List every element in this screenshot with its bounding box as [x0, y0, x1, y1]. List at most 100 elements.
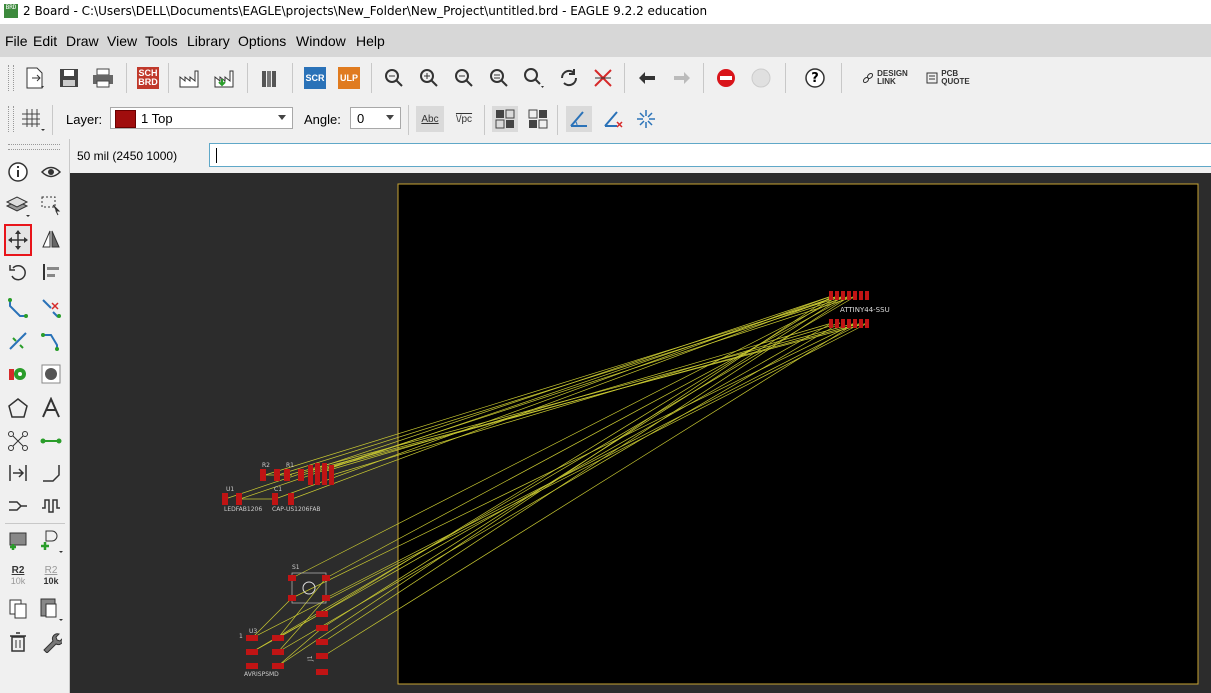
u1-label: U1 — [226, 486, 234, 493]
manufacturing-button[interactable] — [212, 65, 238, 91]
hole-tool[interactable] — [38, 361, 64, 387]
menu-file[interactable]: File — [5, 33, 28, 49]
zoom-previous-icon — [524, 68, 544, 88]
route-tool[interactable] — [5, 295, 31, 321]
pcb-quote-button[interactable]: PCB QUOTE — [922, 65, 974, 91]
menu-edit[interactable]: Edit — [33, 33, 57, 49]
sch-brd-switch-button[interactable]: SCH BRD — [135, 65, 161, 91]
menu-draw[interactable]: Draw — [66, 33, 99, 49]
print-button[interactable] — [90, 65, 116, 91]
value-tool[interactable]: R2 10k — [5, 562, 31, 588]
cam-processor-button[interactable] — [177, 65, 203, 91]
ulp-button[interactable]: ULP — [336, 65, 362, 91]
replace-part-tool[interactable] — [38, 528, 64, 554]
resistor-r2[interactable]: R2 — [260, 462, 280, 481]
mirror-tool[interactable] — [38, 226, 64, 252]
menu-window[interactable]: Window — [296, 33, 346, 49]
snap-off-button[interactable] — [600, 106, 626, 132]
text-tool[interactable] — [38, 395, 64, 421]
layers-tool[interactable] — [5, 192, 31, 218]
zoom-out-button[interactable] — [451, 65, 477, 91]
menu-view[interactable]: View — [107, 33, 137, 49]
rotate-tool[interactable] — [5, 259, 31, 285]
add-part-tool[interactable] — [5, 528, 31, 554]
avrisp-header[interactable]: U3 1 AVRISPSMD — [239, 628, 284, 678]
zoom-select-button[interactable] — [486, 65, 512, 91]
wire-tool[interactable] — [38, 428, 64, 454]
show-tool[interactable] — [38, 159, 64, 185]
s1-label: S1 — [292, 564, 300, 571]
split-tool[interactable] — [5, 493, 31, 519]
polygon-tool[interactable] — [5, 395, 31, 421]
paste-tool[interactable] — [38, 596, 64, 622]
script-button[interactable]: SCR — [302, 65, 328, 91]
avrisp-pad — [272, 635, 284, 641]
grid-button[interactable] — [20, 106, 46, 132]
snap-angle-button[interactable] — [566, 106, 592, 132]
open-button[interactable] — [22, 65, 48, 91]
sidebar-grip[interactable] — [8, 144, 60, 150]
single-view-button[interactable] — [525, 106, 551, 132]
meander-tool[interactable] — [38, 493, 64, 519]
menu-tools[interactable]: Tools — [145, 33, 178, 49]
via-tool[interactable] — [5, 361, 31, 387]
name-tool[interactable]: R2 10k — [38, 562, 64, 588]
capacitor-c1[interactable]: C1 CAP-US1206FAB — [272, 486, 321, 513]
optimize-tool[interactable] — [38, 328, 64, 354]
zoom-fit-button[interactable] — [381, 65, 407, 91]
text-a-icon — [42, 397, 60, 418]
undo-button[interactable] — [634, 65, 660, 91]
design-link-button[interactable]: DESIGN LINK — [857, 65, 913, 91]
help-button[interactable]: ? — [802, 65, 828, 91]
j1-label: J1 — [307, 655, 314, 662]
copy-tool[interactable] — [5, 596, 31, 622]
autorouter-tool[interactable] — [5, 328, 31, 354]
toolbar-grip[interactable] — [8, 106, 14, 132]
led-part[interactable]: U1 LEDFAB1206 — [222, 486, 262, 513]
attiny-pad — [829, 291, 833, 300]
toolbar-grip[interactable] — [8, 65, 14, 91]
text-mirror-button[interactable]: \/pc — [450, 106, 478, 132]
text-ratio-button[interactable]: Abc — [416, 106, 444, 132]
signal-tool[interactable] — [5, 428, 31, 454]
wire-icon — [40, 438, 62, 444]
resistor-r1[interactable]: R1 — [284, 462, 304, 481]
stop-button[interactable] — [713, 65, 739, 91]
autoroute-button[interactable] — [633, 106, 659, 132]
save-button[interactable] — [56, 65, 82, 91]
miter-tool[interactable] — [38, 460, 64, 486]
layer-select[interactable]: 1 Top — [110, 107, 293, 129]
ratsnest-button[interactable] — [590, 65, 616, 91]
change-tool[interactable] — [38, 629, 64, 655]
zoom-out-icon — [455, 69, 473, 87]
zoom-previous-button[interactable] — [521, 65, 547, 91]
redraw-button[interactable] — [556, 65, 582, 91]
move-tool[interactable] — [4, 224, 32, 256]
jumper-j1[interactable]: J1 — [307, 611, 328, 675]
go-button[interactable] — [748, 65, 774, 91]
redo-button[interactable] — [669, 65, 695, 91]
split-icon — [9, 501, 27, 511]
library-button[interactable] — [257, 65, 283, 91]
switch-s1[interactable]: S1 — [288, 564, 330, 604]
menu-help[interactable]: Help — [356, 33, 385, 49]
board-canvas[interactable]: ATTINY44-SSU R2 R1 U1 LEDFAB1206 C1 CAP-… — [70, 173, 1211, 693]
grouped-view-button[interactable] — [492, 106, 518, 132]
sch-brd-icon: SCH BRD — [137, 67, 159, 89]
angle-select[interactable]: 0 — [350, 107, 401, 129]
ripup-tool[interactable] — [38, 295, 64, 321]
info-tool[interactable] — [5, 159, 31, 185]
add-part-icon — [9, 532, 27, 550]
attribute-tool[interactable] — [5, 460, 31, 486]
delete-tool[interactable] — [5, 629, 31, 655]
group-tool[interactable] — [38, 192, 64, 218]
align-tool[interactable] — [38, 259, 64, 285]
menu-options[interactable]: Options — [238, 33, 286, 49]
attiny-label: ATTINY44-SSU — [840, 306, 890, 314]
menu-library[interactable]: Library — [187, 33, 230, 49]
zoom-in-button[interactable] — [416, 65, 442, 91]
ripup-icon — [42, 299, 61, 318]
command-line-input[interactable] — [209, 143, 1211, 167]
printer-icon — [93, 68, 113, 88]
text-caret — [216, 148, 217, 163]
